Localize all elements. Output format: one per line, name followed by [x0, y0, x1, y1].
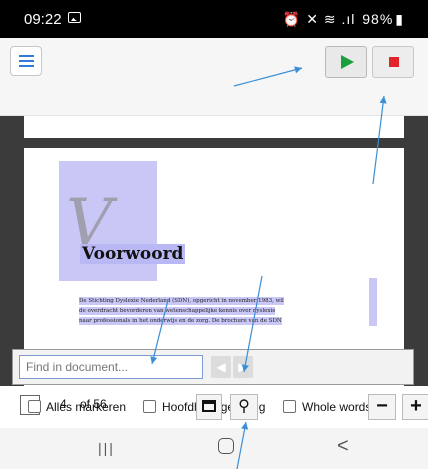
find-bar: ◀ ▶ [12, 349, 414, 385]
find-options-bar: 4 of 56 Alles markeren Hoofdlettergevoel… [0, 386, 428, 428]
search-button[interactable]: ⚲ [230, 394, 258, 420]
reader-toolbar [0, 38, 428, 116]
stop-button[interactable] [372, 46, 414, 78]
page-title: Voorwoord [80, 244, 186, 264]
status-icons-glyphs: ⏰ ✕ ≋ .ıl [282, 11, 356, 27]
menu-button[interactable] [10, 46, 42, 76]
status-icons: ⏰ ✕ ≋ .ıl 98% ▮ [281, 11, 404, 28]
android-nav-bar: ||| < [0, 428, 428, 469]
highlight-all-checkbox[interactable] [28, 400, 41, 413]
hamburger-icon-line [19, 60, 34, 62]
sidebar-toggle-button[interactable] [196, 394, 222, 420]
recents-button[interactable]: ||| [98, 440, 115, 456]
back-button[interactable]: < [337, 435, 349, 458]
whole-words-label: Whole words [302, 400, 372, 414]
zoom-out-button[interactable]: − [368, 394, 396, 420]
home-button[interactable] [218, 438, 234, 454]
play-button[interactable] [325, 46, 367, 78]
battery-icon: ▮ [395, 11, 404, 27]
hamburger-icon [19, 55, 34, 57]
highlight-all-label: Alles markeren [46, 400, 127, 414]
status-bar: 09:22 ⏰ ✕ ≋ .ıl 98% ▮ [0, 0, 428, 38]
whole-words-checkbox[interactable] [283, 400, 296, 413]
battery-text: 98% [362, 11, 394, 27]
previous-page [24, 116, 404, 138]
paragraph-line: De Stichting Dyslexie Nederland (SDN), o… [79, 297, 284, 305]
image-notification-icon [68, 12, 81, 23]
zoom-in-button[interactable]: + [402, 394, 428, 420]
find-previous-button[interactable]: ◀ [211, 356, 231, 378]
paragraph-line: naar professionals in het onderwijs en d… [79, 317, 282, 325]
paragraph-line: de overdracht bevorderen van wetenschapp… [79, 307, 276, 315]
hamburger-icon-line [19, 65, 34, 67]
side-highlight [369, 278, 377, 326]
search-icon: ⚲ [238, 398, 250, 415]
match-case-checkbox[interactable] [143, 400, 156, 413]
find-next-button[interactable]: ▶ [233, 356, 253, 378]
status-time: 09:22 [24, 11, 62, 28]
find-input[interactable] [19, 355, 203, 379]
